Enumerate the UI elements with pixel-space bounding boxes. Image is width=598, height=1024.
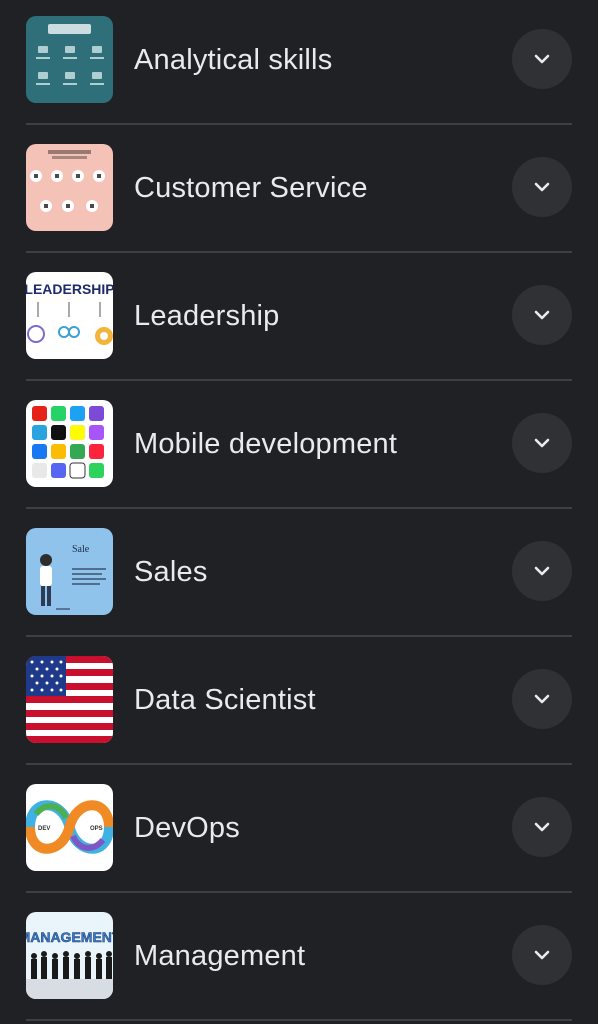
list-item-label: Analytical skills [134,44,333,76]
divider [26,763,572,765]
divider [26,507,572,509]
chevron-down-icon [534,438,550,448]
list-item[interactable]: LEADERSHIP Leadership [0,256,598,384]
list-item-label: Leadership [134,300,280,332]
app-icons-grid-thumbnail [26,400,113,487]
list-item[interactable]: DEV OPS DevOps [0,768,598,896]
list-item-label: Data Scientist [134,684,316,716]
sales-thumbnail: Sale [26,528,113,615]
svg-text:Sale: Sale [72,544,90,555]
svg-text:OPS: OPS [90,826,103,832]
expand-button[interactable] [512,29,572,89]
chevron-down-icon [534,182,550,192]
expand-button[interactable] [512,157,572,217]
svg-text:DEV: DEV [38,826,50,832]
chevron-down-icon [534,310,550,320]
chevron-down-icon [534,822,550,832]
list-item-label: Customer Service [134,172,368,204]
list-item-label: DevOps [134,812,240,844]
divider [26,1019,572,1021]
list-item[interactable]: Analytical skills [0,0,598,128]
list-item[interactable]: Data Scientist [0,640,598,768]
expand-button[interactable] [512,413,572,473]
analytical-skills-thumbnail [26,16,113,103]
svg-text:MANAGEMENT: MANAGEMENT [26,929,113,945]
list-item[interactable]: Sale Sales [0,512,598,640]
expand-button[interactable] [512,669,572,729]
chevron-down-icon [534,566,550,576]
list-item-label: Management [134,940,306,972]
chevron-down-icon [534,694,550,704]
divider [26,891,572,893]
divider [26,635,572,637]
svg-text:LEADERSHIP: LEADERSHIP [26,281,113,297]
list-item[interactable]: MANAGEMENT Management [0,896,598,1024]
chevron-down-icon [534,950,550,960]
us-flag-thumbnail [26,656,113,743]
divider [26,379,572,381]
devops-infinity-thumbnail: DEV OPS [26,784,113,871]
list-item-label: Sales [134,556,208,588]
divider [26,251,572,253]
chevron-down-icon [534,54,550,64]
expand-button[interactable] [512,797,572,857]
customer-service-thumbnail [26,144,113,231]
divider [26,123,572,125]
expand-button[interactable] [512,541,572,601]
management-thumbnail: MANAGEMENT [26,912,113,999]
leadership-thumbnail: LEADERSHIP [26,272,113,359]
list-item-label: Mobile development [134,428,398,460]
expand-button[interactable] [512,285,572,345]
list-item[interactable]: Mobile development [0,384,598,512]
list-item[interactable]: Customer Service [0,128,598,256]
expand-button[interactable] [512,925,572,985]
